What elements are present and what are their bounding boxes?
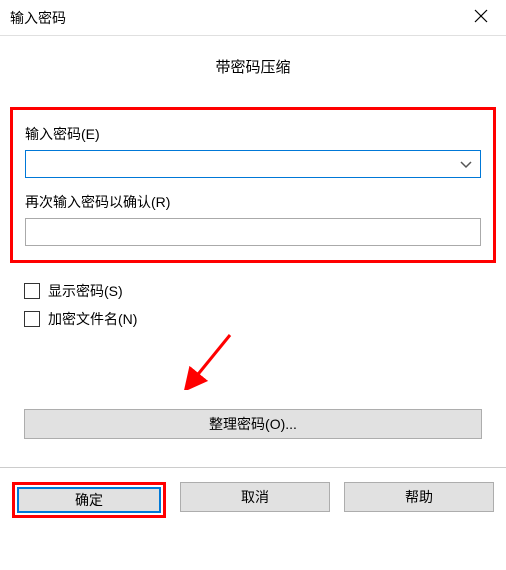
close-button[interactable] [466,3,496,33]
confirm-password-label: 再次输入密码以确认(R) [25,192,481,212]
cancel-button-label: 取消 [241,487,269,507]
cancel-button[interactable]: 取消 [180,482,330,512]
confirm-password-input[interactable] [25,218,481,246]
close-icon [474,9,488,26]
encrypt-filenames-label: 加密文件名(N) [48,309,137,329]
encrypt-filenames-row: 加密文件名(N) [24,309,482,329]
show-password-checkbox[interactable] [24,283,40,299]
annotation-arrow [180,330,240,393]
window-title: 输入密码 [10,8,66,28]
button-row: 确定 取消 帮助 [0,468,506,532]
checkbox-group: 显示密码(S) 加密文件名(N) [24,281,482,329]
password-input[interactable] [25,150,481,178]
ok-button[interactable]: 确定 [17,487,161,513]
help-button[interactable]: 帮助 [344,482,494,512]
show-password-label: 显示密码(S) [48,281,123,301]
organize-passwords-label: 整理密码(O)... [209,414,297,434]
password-section-highlight: 输入密码(E) 再次输入密码以确认(R) [10,107,496,263]
titlebar: 输入密码 [0,0,506,36]
dialog-heading: 带密码压缩 [0,36,506,107]
password-label: 输入密码(E) [25,124,481,144]
ok-button-highlight: 确定 [12,482,166,518]
encrypt-filenames-checkbox[interactable] [24,311,40,327]
ok-button-label: 确定 [75,490,103,510]
show-password-row: 显示密码(S) [24,281,482,301]
help-button-label: 帮助 [405,487,433,507]
chevron-down-icon [460,156,472,172]
organize-passwords-button[interactable]: 整理密码(O)... [24,409,482,439]
